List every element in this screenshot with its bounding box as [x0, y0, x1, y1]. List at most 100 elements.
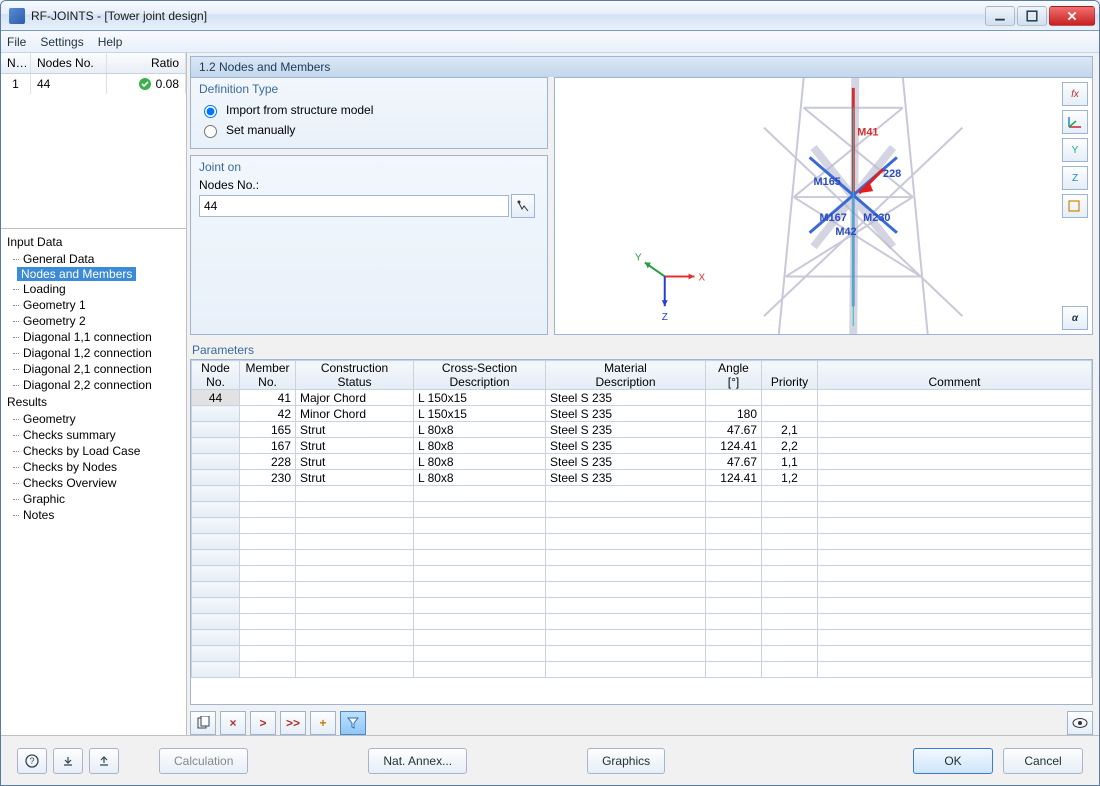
- menu-file[interactable]: File: [7, 35, 26, 49]
- model-viewport[interactable]: M41 M165 228 M167 M230 M42 X: [554, 77, 1093, 335]
- table-row-empty[interactable]: [192, 646, 1092, 662]
- right-top: Definition Type Import from structure mo…: [190, 77, 1093, 335]
- nat-annex-button[interactable]: Nat. Annex...: [368, 748, 467, 774]
- definition-type-group: Definition Type Import from structure mo…: [190, 77, 548, 149]
- parameters-title: Parameters: [190, 341, 1093, 359]
- col-priority[interactable]: Priority: [762, 361, 818, 390]
- table-row-empty[interactable]: [192, 550, 1092, 566]
- parameters-grid[interactable]: NodeNo. MemberNo. ConstructionStatus Cro…: [190, 359, 1093, 705]
- joint-row[interactable]: 1 44 0.08: [1, 74, 186, 94]
- footer: ? Calculation Nat. Annex... Graphics OK …: [1, 735, 1099, 785]
- view-apply-button[interactable]: α: [1062, 306, 1088, 330]
- window-title: RF-JOINTS - [Tower joint design]: [31, 9, 985, 23]
- tree-group-input[interactable]: Input Data: [1, 233, 186, 251]
- table-row[interactable]: 42Minor ChordL 150x15Steel S 235180: [192, 406, 1092, 422]
- nodes-input[interactable]: [199, 195, 509, 217]
- svg-text:Z: Z: [662, 312, 668, 323]
- table-row-empty[interactable]: [192, 502, 1092, 518]
- table-row-empty[interactable]: [192, 598, 1092, 614]
- forward-button[interactable]: >>: [280, 711, 306, 735]
- tree-item[interactable]: Notes: [1, 507, 186, 523]
- tree-item[interactable]: Geometry: [1, 411, 186, 427]
- option-import[interactable]: Import from structure model: [199, 100, 539, 120]
- filter-button[interactable]: [340, 711, 366, 735]
- right-pane: 1.2 Nodes and Members Definition Type Im…: [187, 53, 1099, 735]
- radio-manual[interactable]: [204, 125, 217, 138]
- app-window: RF-JOINTS - [Tower joint design] File Se…: [0, 0, 1100, 786]
- table-row-empty[interactable]: [192, 614, 1092, 630]
- title-bar: RF-JOINTS - [Tower joint design]: [1, 1, 1099, 31]
- col-angle[interactable]: Angle[°]: [706, 361, 762, 390]
- table-row-empty[interactable]: [192, 486, 1092, 502]
- col-comment[interactable]: Comment: [818, 361, 1092, 390]
- visibility-button[interactable]: [1067, 711, 1093, 735]
- table-row-empty[interactable]: [192, 630, 1092, 646]
- pick-node-button[interactable]: [511, 194, 535, 218]
- tree-item[interactable]: General Data: [1, 251, 186, 267]
- view-fx-button[interactable]: fx: [1062, 82, 1088, 106]
- tree-group-results[interactable]: Results: [1, 393, 186, 411]
- menu-help[interactable]: Help: [98, 35, 123, 49]
- parameters-table: NodeNo. MemberNo. ConstructionStatus Cro…: [191, 360, 1092, 678]
- minimize-button[interactable]: [985, 6, 1015, 26]
- table-row[interactable]: 4441Major ChordL 150x15Steel S 235: [192, 390, 1092, 406]
- col-node[interactable]: NodeNo.: [192, 361, 240, 390]
- import-button[interactable]: [53, 748, 83, 774]
- delete-button[interactable]: ×: [220, 711, 246, 735]
- tree-item[interactable]: Diagonal 2,1 connection: [1, 361, 186, 377]
- add-button[interactable]: +: [310, 711, 336, 735]
- cancel-button[interactable]: Cancel: [1003, 748, 1083, 774]
- calculation-button[interactable]: Calculation: [159, 748, 248, 774]
- col-construction[interactable]: ConstructionStatus: [296, 361, 414, 390]
- tree-item[interactable]: Checks by Load Case: [1, 443, 186, 459]
- radio-import[interactable]: [204, 105, 217, 118]
- col-ratio[interactable]: Ratio: [107, 53, 186, 73]
- view-xyz-button[interactable]: [1062, 110, 1088, 134]
- tree-item[interactable]: Geometry 1: [1, 297, 186, 313]
- table-row-empty[interactable]: [192, 518, 1092, 534]
- maximize-button[interactable]: [1017, 6, 1047, 26]
- graphics-button[interactable]: Graphics: [587, 748, 665, 774]
- tree-item[interactable]: Diagonal 1,2 connection: [1, 345, 186, 361]
- col-member[interactable]: MemberNo.: [240, 361, 296, 390]
- menu-settings[interactable]: Settings: [40, 35, 83, 49]
- table-row[interactable]: 228StrutL 80x8Steel S 23547.671,1: [192, 454, 1092, 470]
- col-crosssection[interactable]: Cross-SectionDescription: [414, 361, 546, 390]
- close-button[interactable]: [1049, 6, 1095, 26]
- tree-item[interactable]: Diagonal 1,1 connection: [1, 329, 186, 345]
- viewport-buttons: fx Y Z α: [1062, 82, 1088, 330]
- col-material[interactable]: MaterialDescription: [546, 361, 706, 390]
- tree-item[interactable]: Diagonal 2,2 connection: [1, 377, 186, 393]
- ok-button[interactable]: OK: [913, 748, 993, 774]
- menu-bar: File Settings Help: [1, 31, 1099, 53]
- copy-button[interactable]: [190, 711, 216, 735]
- tree-item[interactable]: Graphic: [1, 491, 186, 507]
- table-row-empty[interactable]: [192, 582, 1092, 598]
- help-button[interactable]: ?: [17, 748, 47, 774]
- tree-item[interactable]: Checks by Nodes: [1, 459, 186, 475]
- view-z-button[interactable]: Z: [1062, 166, 1088, 190]
- group-title: Definition Type: [199, 82, 539, 96]
- body: N… Nodes No. Ratio 1 44 0.08 Input D: [1, 53, 1099, 735]
- export-button[interactable]: [89, 748, 119, 774]
- tree-item[interactable]: Geometry 2: [1, 313, 186, 329]
- tree-item[interactable]: Loading: [1, 281, 186, 297]
- view-y-button[interactable]: Y: [1062, 138, 1088, 162]
- table-row[interactable]: 167StrutL 80x8Steel S 235124.412,2: [192, 438, 1092, 454]
- table-row[interactable]: 165StrutL 80x8Steel S 23547.672,1: [192, 422, 1092, 438]
- form-column: Definition Type Import from structure mo…: [190, 77, 548, 335]
- next-button[interactable]: >: [250, 711, 276, 735]
- col-nodes[interactable]: Nodes No.: [31, 53, 107, 73]
- table-row-empty[interactable]: [192, 566, 1092, 582]
- tree-item[interactable]: Checks summary: [1, 427, 186, 443]
- table-row[interactable]: 230StrutL 80x8Steel S 235124.411,2: [192, 470, 1092, 486]
- app-icon: [9, 8, 25, 24]
- table-row-empty[interactable]: [192, 662, 1092, 678]
- tree-item[interactable]: Checks Overview: [1, 475, 186, 491]
- view-3d-button[interactable]: [1062, 194, 1088, 218]
- tree-item-selected[interactable]: Nodes and Members: [17, 267, 136, 281]
- table-row-empty[interactable]: [192, 534, 1092, 550]
- joint-list-header: N… Nodes No. Ratio: [1, 53, 186, 74]
- col-no[interactable]: N…: [1, 53, 31, 73]
- option-manual[interactable]: Set manually: [199, 120, 539, 140]
